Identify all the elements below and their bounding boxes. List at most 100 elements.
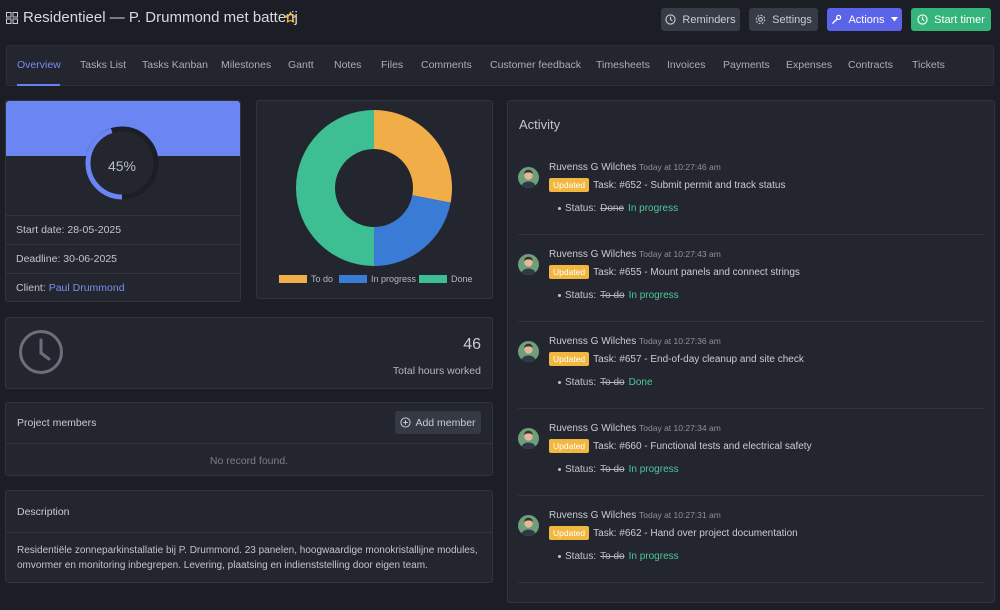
activity-user[interactable]: Ruvenss G Wilches bbox=[549, 336, 636, 347]
activity-time: Today at 10:27:31 am bbox=[639, 510, 721, 520]
activity-task[interactable]: Task: #652 - Submit permit and track sta… bbox=[593, 180, 785, 191]
activity-divider bbox=[518, 408, 985, 409]
bullet-icon bbox=[558, 207, 561, 210]
activity-user-line: Ruvenss G Wilches Today at 10:27:46 am bbox=[549, 162, 721, 173]
tab-comments[interactable]: Comments bbox=[421, 59, 472, 71]
tab-gantt[interactable]: Gantt bbox=[288, 59, 314, 71]
tab-tasks-list[interactable]: Tasks List bbox=[80, 59, 126, 71]
progress-percent: 45% bbox=[107, 158, 137, 174]
deadline-label: Deadline: bbox=[16, 253, 61, 265]
project-members-title: Project members bbox=[17, 417, 97, 429]
activity-item: Ruvenss G Wilches Today at 10:27:34 am Up… bbox=[508, 417, 986, 504]
tab-notes[interactable]: Notes bbox=[334, 59, 361, 71]
client-row: Client: Paul Drummond bbox=[6, 273, 240, 302]
activity-panel: Activity Ruvenss G Wilches Today at 10:2… bbox=[507, 100, 995, 603]
wrench-icon bbox=[832, 14, 842, 24]
description-text: Residentiële zonneparkinstallatie bij P.… bbox=[17, 545, 478, 571]
avatar[interactable] bbox=[518, 167, 539, 188]
page-header: Residentieel — P. Drummond met batterij … bbox=[0, 0, 1000, 40]
grid-icon[interactable] bbox=[6, 12, 18, 24]
avatar[interactable] bbox=[518, 341, 539, 362]
start-date-label: Start date: bbox=[16, 224, 65, 236]
tab-expenses[interactable]: Expenses bbox=[786, 59, 832, 71]
donut-slice-in-progress[interactable] bbox=[374, 195, 451, 266]
activity-user[interactable]: Ruvenss G Wilches bbox=[549, 162, 636, 173]
tab-invoices[interactable]: Invoices bbox=[667, 59, 706, 71]
donut-slice-done[interactable] bbox=[296, 110, 374, 266]
total-hours-panel: 46 Total hours worked bbox=[5, 317, 493, 389]
actions-label: Actions bbox=[848, 13, 885, 26]
legend-item-in-progress[interactable]: In progress bbox=[339, 274, 416, 284]
legend-label: To do bbox=[311, 274, 334, 284]
activity-status-line: Status: To do In progress bbox=[558, 464, 679, 475]
activity-task-line: Updated Task: #662 - Hand over project do… bbox=[549, 526, 798, 540]
activity-item: Ruvenss G Wilches Today at 10:27:46 am Up… bbox=[508, 156, 986, 243]
avatar[interactable] bbox=[518, 515, 539, 536]
reminders-button[interactable]: Reminders bbox=[661, 8, 740, 31]
description-title: Description bbox=[17, 506, 70, 518]
star-icon[interactable] bbox=[284, 11, 297, 24]
deadline-value: 30-06-2025 bbox=[63, 253, 118, 265]
activity-user-line: Ruvenss G Wilches Today at 10:27:34 am bbox=[549, 423, 721, 434]
tab-files[interactable]: Files bbox=[381, 59, 403, 71]
project-members-panel: Project members Add member No record fou… bbox=[5, 402, 493, 476]
bullet-icon bbox=[558, 381, 561, 384]
status-label: Status: bbox=[565, 464, 597, 475]
settings-button[interactable]: Settings bbox=[749, 8, 818, 31]
activity-status-line: Status: To do In progress bbox=[558, 551, 679, 562]
activity-task-line: Updated Task: #655 - Mount panels and con… bbox=[549, 265, 800, 279]
activity-task[interactable]: Task: #662 - Hand over project documenta… bbox=[593, 528, 798, 539]
updated-badge: Updated bbox=[549, 352, 590, 366]
status-old: To do bbox=[600, 377, 625, 388]
legend-label: Done bbox=[451, 274, 473, 284]
bullet-icon bbox=[558, 468, 561, 471]
activity-divider bbox=[518, 321, 985, 322]
activity-task[interactable]: Task: #660 - Functional tests and electr… bbox=[593, 441, 811, 452]
tab-timesheets[interactable]: Timesheets bbox=[596, 59, 650, 71]
bullet-icon bbox=[558, 555, 561, 558]
start-timer-label: Start timer bbox=[934, 13, 985, 26]
activity-item: Ruvenss G Wilches Today at 10:27:36 am Up… bbox=[508, 330, 986, 417]
total-hours-label: Total hours worked bbox=[392, 365, 481, 377]
tab-payments[interactable]: Payments bbox=[723, 59, 770, 71]
bullet-icon bbox=[558, 294, 561, 297]
members-empty-message: No record found. bbox=[209, 455, 289, 467]
status-new: Done bbox=[628, 377, 653, 388]
tab-contracts[interactable]: Contracts bbox=[848, 59, 893, 71]
activity-user[interactable]: Ruvenss G Wilches bbox=[549, 510, 636, 521]
members-divider bbox=[6, 443, 492, 444]
activity-user[interactable]: Ruvenss G Wilches bbox=[549, 423, 636, 434]
page-title: Residentieel — P. Drummond met batterij bbox=[23, 9, 298, 26]
status-new: In progress bbox=[628, 464, 679, 475]
activity-divider bbox=[518, 234, 985, 235]
avatar[interactable] bbox=[518, 428, 539, 449]
activity-title: Activity bbox=[519, 117, 561, 132]
deadline-row: Deadline: 30-06-2025 bbox=[6, 244, 240, 273]
add-member-button[interactable]: Add member bbox=[395, 411, 481, 434]
description-divider bbox=[6, 532, 492, 533]
add-member-label: Add member bbox=[415, 416, 476, 429]
activity-task[interactable]: Task: #655 - Mount panels and connect st… bbox=[593, 267, 800, 278]
tab-customer-feedback[interactable]: Customer feedback bbox=[490, 59, 581, 71]
activity-status-line: Status: To do In progress bbox=[558, 290, 679, 301]
description-panel: Description Residentiële zonneparkinstal… bbox=[5, 490, 493, 583]
avatar[interactable] bbox=[518, 254, 539, 275]
active-tab-indicator bbox=[17, 84, 60, 86]
status-new: In progress bbox=[628, 203, 679, 214]
start-timer-button[interactable]: Start timer bbox=[911, 8, 991, 31]
tab-milestones[interactable]: Milestones bbox=[221, 59, 271, 71]
client-link[interactable]: Paul Drummond bbox=[49, 282, 125, 294]
legend-item-to-do[interactable]: To do bbox=[279, 274, 333, 284]
activity-user[interactable]: Ruvenss G Wilches bbox=[549, 249, 636, 260]
legend-label: In progress bbox=[371, 274, 417, 284]
tab-tasks-kanban[interactable]: Tasks Kanban bbox=[142, 59, 208, 71]
status-old: To do bbox=[600, 464, 625, 475]
tab-tickets[interactable]: Tickets bbox=[912, 59, 945, 71]
donut-slice-to-do[interactable] bbox=[374, 110, 452, 203]
actions-button[interactable]: Actions bbox=[827, 8, 902, 31]
tab-overview[interactable]: Overview bbox=[17, 59, 61, 71]
legend-item-done[interactable]: Done bbox=[419, 274, 473, 284]
project-tabs: Overview Tasks List Tasks Kanban Milesto… bbox=[6, 45, 994, 86]
caret-down-icon bbox=[890, 17, 898, 22]
activity-task[interactable]: Task: #657 - End-of-day cleanup and site… bbox=[593, 354, 804, 365]
